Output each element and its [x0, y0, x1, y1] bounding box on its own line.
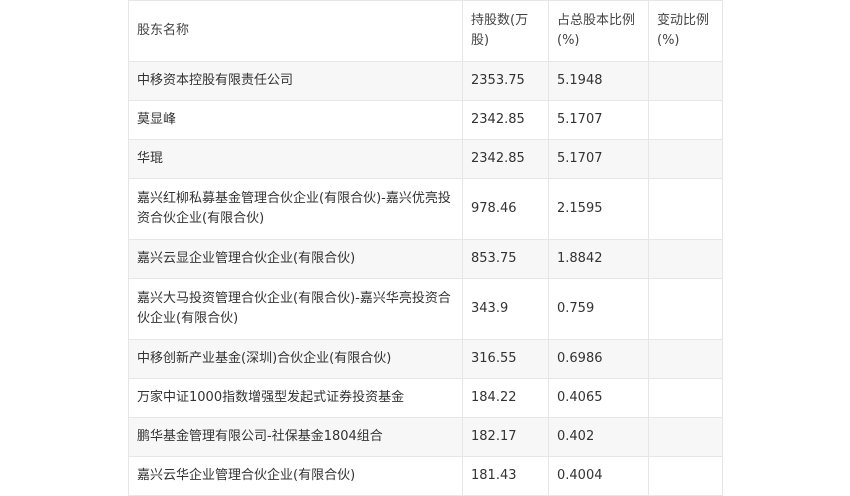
header-share-count: 持股数(万股) — [462, 0, 549, 62]
share-ratio: 5.1948 — [548, 61, 649, 101]
change-ratio — [648, 339, 723, 379]
change-ratio — [648, 178, 723, 240]
share-count: 2353.75 — [462, 61, 549, 101]
shareholder-name: 嘉兴云华企业管理合伙企业(有限合伙) — [128, 456, 463, 496]
share-count: 182.17 — [462, 417, 549, 457]
share-count: 316.55 — [462, 339, 549, 379]
share-ratio: 5.1707 — [548, 139, 649, 179]
change-ratio — [648, 239, 723, 279]
shareholder-name: 万家中证1000指数增强型发起式证券投资基金 — [128, 378, 463, 418]
share-count: 181.43 — [462, 456, 549, 496]
table-row: 中移资本控股有限责任公司 2353.75 5.1948 — [128, 61, 723, 101]
shareholder-name: 鹏华基金管理有限公司-社保基金1804组合 — [128, 417, 463, 457]
header-share-ratio: 占总股本比例(%) — [548, 0, 649, 62]
share-count: 184.22 — [462, 378, 549, 418]
shareholder-name: 莫显峰 — [128, 100, 463, 140]
table-row: 嘉兴红柳私募基金管理合伙企业(有限合伙)-嘉兴优亮投资合伙企业(有限合伙) 97… — [128, 178, 723, 240]
table-row: 中移创新产业基金(深圳)合伙企业(有限合伙) 316.55 0.6986 — [128, 339, 723, 379]
table-row: 嘉兴云显企业管理合伙企业(有限合伙) 853.75 1.8842 — [128, 239, 723, 279]
header-change-ratio: 变动比例(%) — [648, 0, 723, 62]
share-ratio: 5.1707 — [548, 100, 649, 140]
shareholder-name: 中移资本控股有限责任公司 — [128, 61, 463, 101]
share-ratio: 0.6986 — [548, 339, 649, 379]
share-count: 2342.85 — [462, 139, 549, 179]
share-ratio: 0.402 — [548, 417, 649, 457]
table-row: 嘉兴大马投资管理合伙企业(有限合伙)-嘉兴华亮投资合伙企业(有限合伙) 343.… — [128, 278, 723, 340]
change-ratio — [648, 378, 723, 418]
change-ratio — [648, 61, 723, 101]
table-row: 嘉兴云华企业管理合伙企业(有限合伙) 181.43 0.4004 — [128, 456, 723, 496]
change-ratio — [648, 139, 723, 179]
shareholder-name: 华琨 — [128, 139, 463, 179]
change-ratio — [648, 100, 723, 140]
share-ratio: 1.8842 — [548, 239, 649, 279]
share-ratio: 2.1595 — [548, 178, 649, 240]
shareholder-name: 嘉兴云显企业管理合伙企业(有限合伙) — [128, 239, 463, 279]
change-ratio — [648, 278, 723, 340]
change-ratio — [648, 456, 723, 496]
header-shareholder-name: 股东名称 — [128, 0, 463, 62]
shareholder-name: 中移创新产业基金(深圳)合伙企业(有限合伙) — [128, 339, 463, 379]
share-count: 853.75 — [462, 239, 549, 279]
table-row: 莫显峰 2342.85 5.1707 — [128, 100, 723, 140]
table-header-row: 股东名称 持股数(万股) 占总股本比例(%) 变动比例(%) — [128, 0, 723, 62]
share-ratio: 0.4065 — [548, 378, 649, 418]
share-count: 2342.85 — [462, 100, 549, 140]
share-ratio: 0.4004 — [548, 456, 649, 496]
share-count: 978.46 — [462, 178, 549, 240]
share-ratio: 0.759 — [548, 278, 649, 340]
share-count: 343.9 — [462, 278, 549, 340]
shareholder-table: 股东名称 持股数(万股) 占总股本比例(%) 变动比例(%) 中移资本控股有限责… — [128, 0, 723, 496]
shareholder-name: 嘉兴红柳私募基金管理合伙企业(有限合伙)-嘉兴优亮投资合伙企业(有限合伙) — [128, 178, 463, 240]
shareholder-name: 嘉兴大马投资管理合伙企业(有限合伙)-嘉兴华亮投资合伙企业(有限合伙) — [128, 278, 463, 340]
table-row: 鹏华基金管理有限公司-社保基金1804组合 182.17 0.402 — [128, 417, 723, 457]
table-row: 万家中证1000指数增强型发起式证券投资基金 184.22 0.4065 — [128, 378, 723, 418]
table-row: 华琨 2342.85 5.1707 — [128, 139, 723, 179]
change-ratio — [648, 417, 723, 457]
